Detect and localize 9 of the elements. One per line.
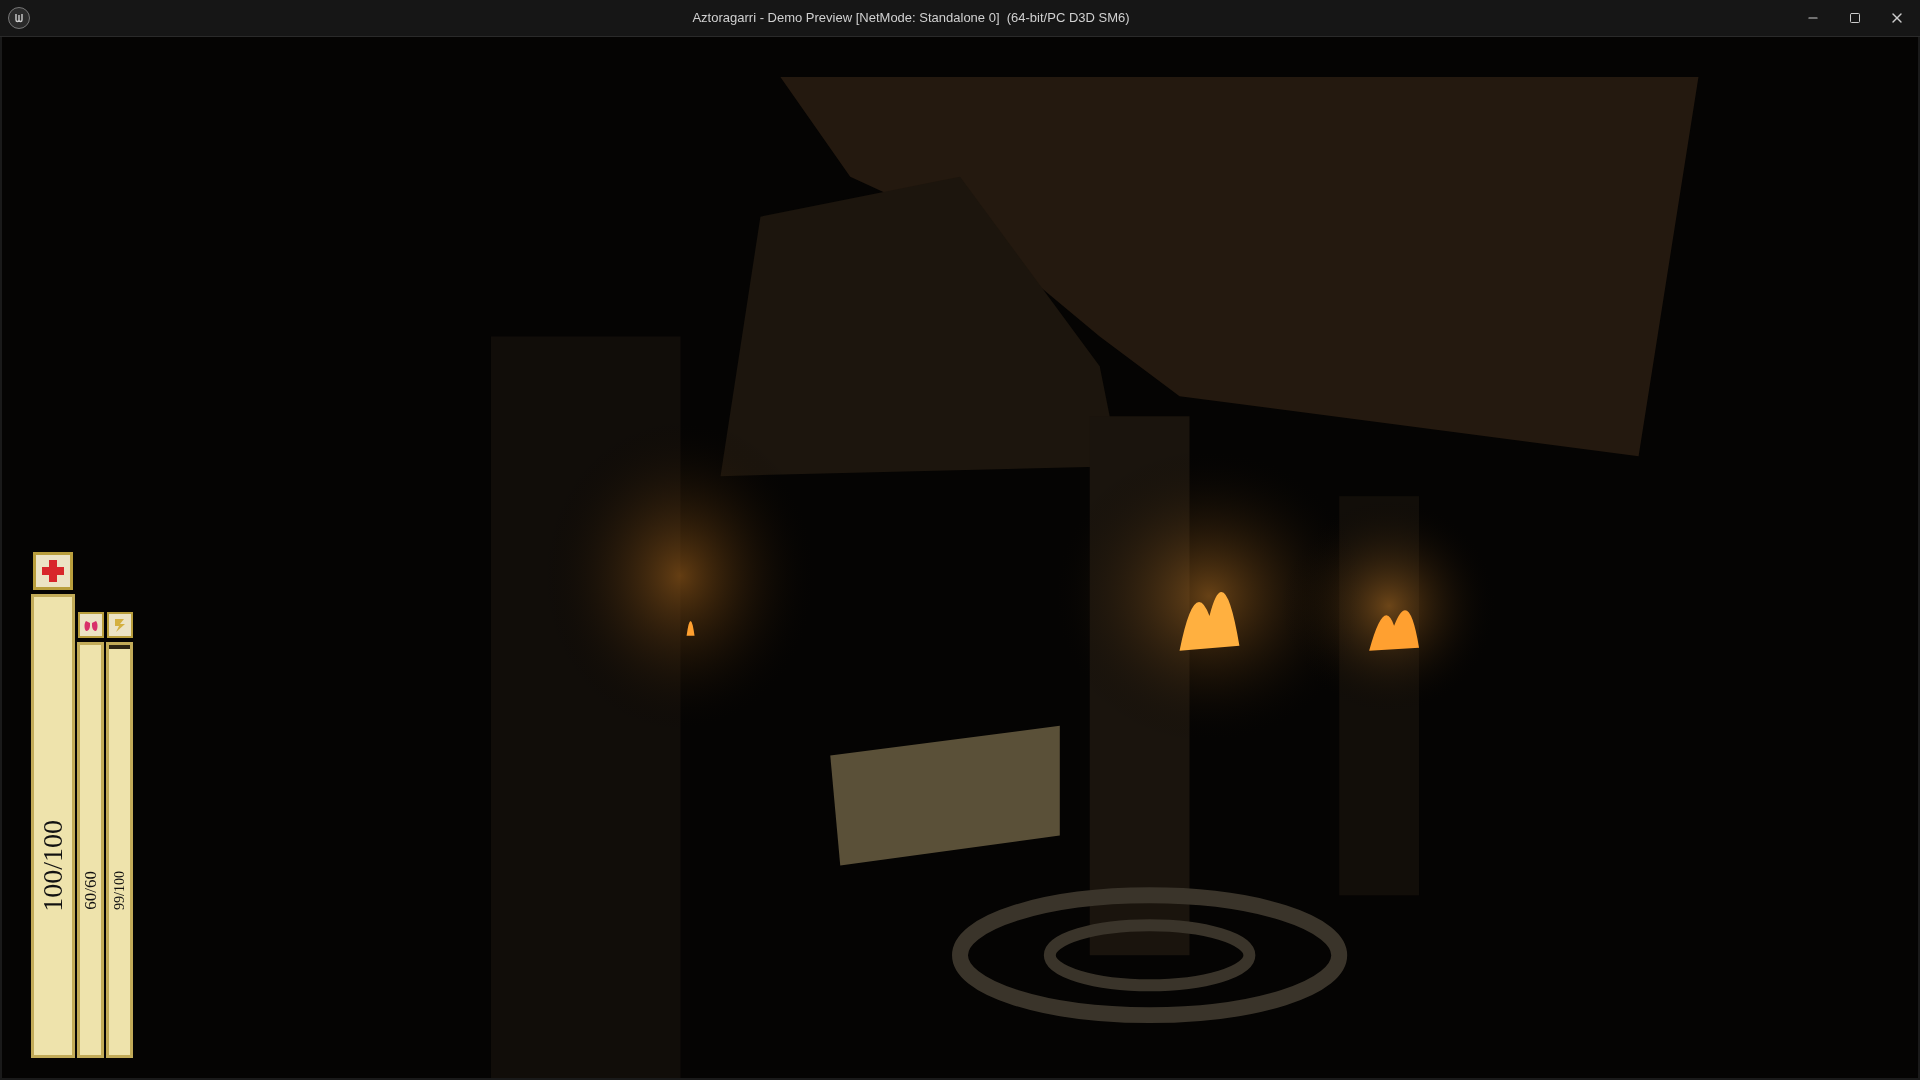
lungs-icon bbox=[77, 612, 104, 638]
window-title: Aztoragarri - Demo Preview [NetMode: Standalone 0] (64-bit/PC D3D SM6) bbox=[692, 9, 1130, 28]
engine-logo-icon bbox=[8, 7, 30, 29]
maximize-icon bbox=[1849, 12, 1861, 24]
health-cross-icon bbox=[33, 552, 73, 590]
bar-reading: 60/60 bbox=[82, 870, 99, 910]
bar-reading: 100/100 bbox=[39, 820, 67, 912]
lightning-icon bbox=[106, 612, 133, 638]
bar-reading: 99/100 bbox=[112, 870, 127, 910]
